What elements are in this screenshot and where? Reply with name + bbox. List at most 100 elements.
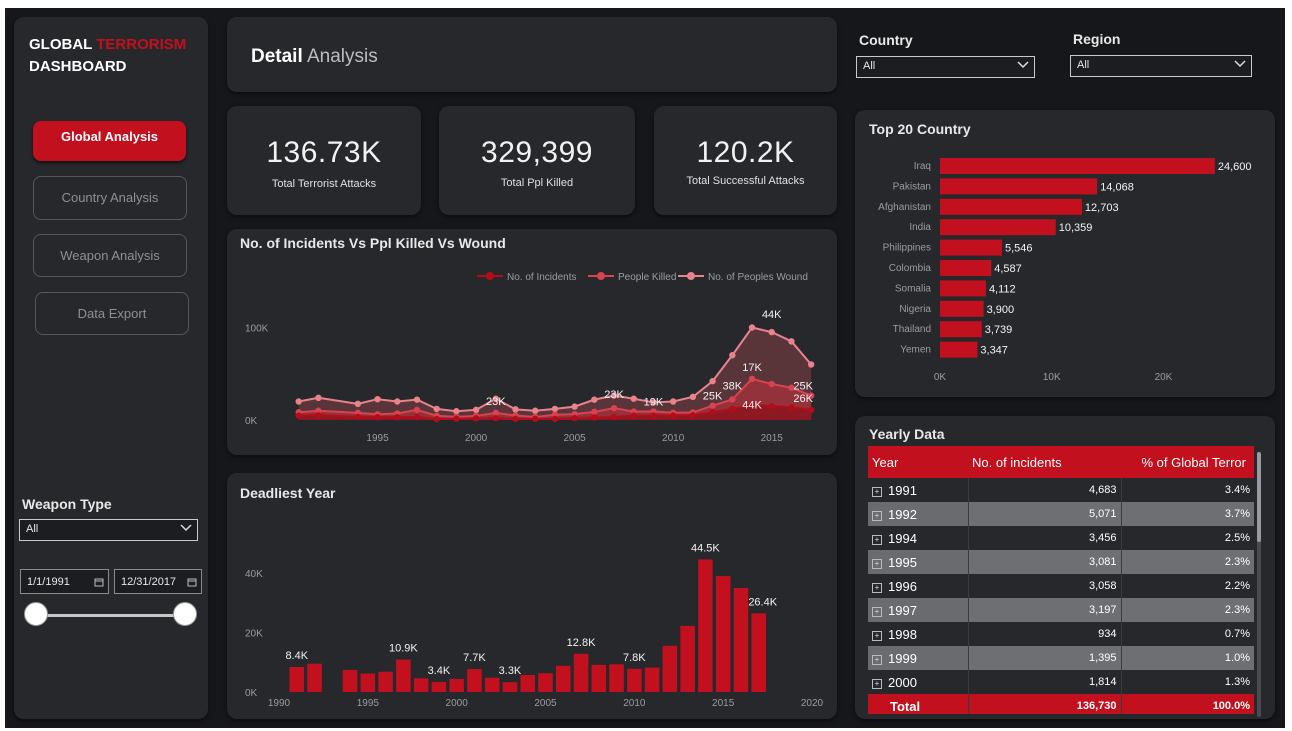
bar[interactable] (449, 678, 464, 692)
data-point[interactable] (650, 412, 657, 419)
year-cell[interactable]: +1996 (868, 574, 969, 598)
table-scrollbar-thumb[interactable] (1257, 452, 1261, 542)
data-point[interactable] (689, 412, 697, 419)
bar[interactable] (940, 341, 978, 358)
header-year[interactable]: Year (868, 446, 968, 478)
nav-weapon-analysis[interactable]: Weapon Analysis (33, 234, 187, 277)
nav-country-analysis[interactable]: Country Analysis (33, 176, 187, 220)
year-cell[interactable]: +1998 (868, 622, 969, 646)
bar[interactable] (940, 198, 1082, 215)
date-start-field[interactable]: 1/1/1991 (20, 569, 109, 594)
year-cell[interactable]: +1992 (868, 502, 969, 526)
data-point[interactable] (512, 415, 519, 422)
bar[interactable] (751, 613, 766, 692)
expand-icon[interactable]: + (872, 654, 882, 665)
data-point[interactable] (394, 398, 401, 405)
table-scrollbar-track[interactable] (1257, 452, 1261, 717)
bar[interactable] (431, 681, 447, 692)
table-row[interactable]: +1996 3,058 2.2% (868, 574, 1254, 598)
bar[interactable] (520, 675, 536, 692)
data-point[interactable] (748, 375, 756, 383)
nav-global-analysis[interactable]: Global Analysis (33, 121, 186, 161)
table-row[interactable]: +1997 3,197 2.3% (868, 598, 1254, 622)
bar[interactable] (502, 682, 518, 692)
bar[interactable] (940, 260, 992, 276)
expand-icon[interactable]: + (872, 630, 882, 641)
nav-data-export[interactable]: Data Export (35, 292, 189, 335)
data-point[interactable] (413, 396, 421, 403)
calendar-icon[interactable] (94, 577, 104, 587)
bar[interactable] (555, 665, 571, 692)
data-point[interactable] (551, 405, 559, 413)
data-point[interactable] (768, 402, 775, 410)
bar[interactable] (484, 677, 500, 692)
data-point[interactable] (413, 413, 421, 421)
data-point[interactable] (453, 408, 460, 415)
data-point[interactable] (591, 408, 598, 416)
data-point[interactable] (669, 412, 677, 419)
expand-icon[interactable]: + (872, 486, 882, 497)
data-point[interactable] (630, 395, 637, 402)
bar[interactable] (573, 653, 589, 692)
data-point[interactable] (374, 395, 381, 403)
bar[interactable] (940, 158, 1215, 174)
data-point[interactable] (689, 393, 697, 401)
data-point[interactable] (413, 406, 421, 414)
data-point[interactable] (512, 406, 519, 413)
bar[interactable] (307, 663, 322, 692)
data-point[interactable] (807, 361, 815, 368)
data-point[interactable] (748, 324, 756, 331)
bar[interactable] (662, 645, 678, 692)
data-point[interactable] (610, 404, 618, 412)
data-point[interactable] (295, 398, 302, 405)
data-point[interactable] (729, 405, 736, 413)
table-row[interactable]: +1992 5,071 3.7% (868, 502, 1254, 526)
bar[interactable] (940, 321, 982, 338)
bar[interactable] (360, 673, 376, 692)
year-cell[interactable]: +1991 (868, 478, 969, 502)
data-point[interactable] (591, 396, 598, 403)
data-point[interactable] (571, 414, 578, 422)
header-pct[interactable]: % of Global Terror (1121, 446, 1254, 478)
data-point[interactable] (788, 338, 795, 345)
data-point[interactable] (768, 380, 775, 388)
table-row[interactable]: +2000 1,814 1.3% (868, 670, 1254, 694)
expand-icon[interactable]: + (872, 582, 882, 593)
legend-item[interactable]: People Killed (588, 272, 676, 283)
data-point[interactable] (729, 352, 736, 359)
region-dropdown[interactable]: All (1070, 55, 1252, 77)
bar[interactable] (698, 559, 713, 692)
expand-icon[interactable]: + (872, 534, 882, 545)
expand-icon[interactable]: + (872, 558, 882, 569)
data-point[interactable] (709, 408, 716, 416)
data-point[interactable] (788, 404, 795, 411)
weapon-type-dropdown[interactable]: All (19, 519, 198, 541)
legend-item[interactable]: No. of Incidents (477, 272, 576, 283)
table-row[interactable]: +1995 3,081 2.3% (868, 550, 1254, 574)
data-point[interactable] (591, 414, 598, 421)
data-point[interactable] (374, 413, 381, 421)
bar[interactable] (342, 669, 358, 692)
expand-icon[interactable]: + (872, 510, 882, 521)
data-point[interactable] (532, 407, 539, 414)
bar[interactable] (940, 280, 986, 297)
expand-icon[interactable]: + (872, 678, 882, 689)
date-end-field[interactable]: 12/31/2017 (114, 569, 202, 594)
bar[interactable] (940, 239, 1002, 256)
header-incidents[interactable]: No. of incidents (968, 446, 1121, 478)
date-slider-handle-start[interactable] (24, 602, 48, 626)
country-dropdown[interactable]: All (856, 56, 1035, 78)
bar[interactable] (467, 669, 482, 692)
data-point[interactable] (610, 413, 618, 421)
bar[interactable] (591, 664, 607, 692)
bar[interactable] (733, 587, 749, 692)
bar[interactable] (627, 668, 642, 692)
data-point[interactable] (315, 394, 322, 401)
data-point[interactable] (433, 415, 440, 423)
data-point[interactable] (394, 413, 401, 421)
date-slider-handle-end[interactable] (173, 602, 197, 626)
table-row[interactable]: +1998 934 0.7% (868, 622, 1254, 646)
bar[interactable] (940, 300, 984, 317)
data-point[interactable] (354, 400, 362, 408)
data-point[interactable] (630, 412, 637, 419)
